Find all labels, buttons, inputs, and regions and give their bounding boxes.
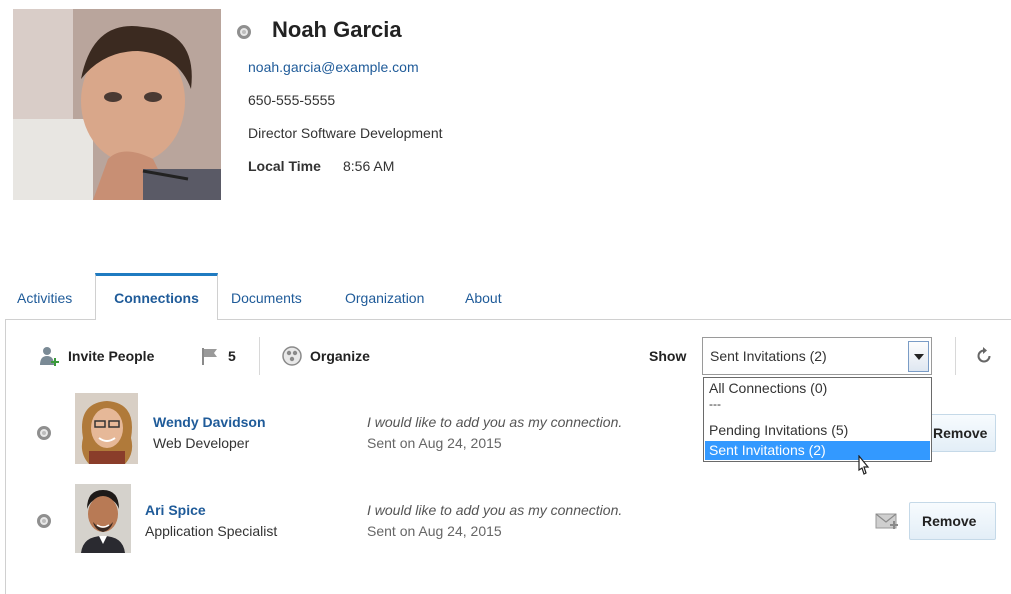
mouse-cursor-icon [853,454,873,481]
show-filter-value: Sent Invitations (2) [710,348,827,364]
tab-about[interactable]: About [465,290,502,306]
show-filter-dropdown: All Connections (0) --- Pending Invitati… [703,377,932,462]
tab-connections[interactable]: Connections [95,273,218,320]
invitation-sent-date: Sent on Aug 24, 2015 [367,435,502,451]
flag-icon[interactable] [200,347,220,365]
profile-email-link[interactable]: noah.garcia@example.com [248,59,419,75]
chevron-down-icon[interactable] [908,341,929,372]
profile-name: Noah Garcia [272,17,402,42]
invite-people-icon[interactable] [38,345,62,369]
tab-organization[interactable]: Organization [345,290,424,306]
connection-role: Application Specialist [145,523,278,539]
tab-activities[interactable]: Activities [17,290,72,306]
invitation-message: I would like to add you as my connection… [367,414,623,430]
avatar [75,393,138,464]
option-separator: --- [709,397,721,411]
presence-status-icon [37,426,51,440]
organize-icon[interactable] [281,345,303,367]
flag-count[interactable]: 5 [228,348,236,364]
panel-border [5,319,6,594]
invitation-sent-date: Sent on Aug 24, 2015 [367,523,502,539]
show-label: Show [649,348,687,364]
option-sent-invitations[interactable]: Sent Invitations (2) [709,442,826,458]
connection-name-link[interactable]: Ari Spice [145,502,206,518]
refresh-icon[interactable] [974,346,994,366]
remove-button[interactable]: Remove [909,502,996,540]
toolbar-separator [259,337,260,375]
local-time-value: 8:56 AM [343,158,395,174]
local-time-label: Local Time [248,158,321,174]
profile-photo [13,9,221,200]
profile-job-title: Director Software Development [248,125,443,141]
presence-status-icon [37,514,51,528]
organize-button[interactable]: Organize [310,348,370,364]
tab-documents[interactable]: Documents [231,290,302,306]
connection-name-link[interactable]: Wendy Davidson [153,414,266,430]
connection-role: Web Developer [153,435,250,451]
toolbar-separator [955,337,956,375]
profile-phone: 650-555-5555 [248,92,336,108]
resend-mail-icon[interactable] [875,511,899,531]
option-pending-invitations[interactable]: Pending Invitations (5) [709,422,848,438]
avatar [75,484,131,553]
invite-people-button[interactable]: Invite People [68,348,154,364]
invitation-message: I would like to add you as my connection… [367,502,623,518]
presence-status-icon [237,25,251,39]
option-all-connections[interactable]: All Connections (0) [709,380,827,396]
